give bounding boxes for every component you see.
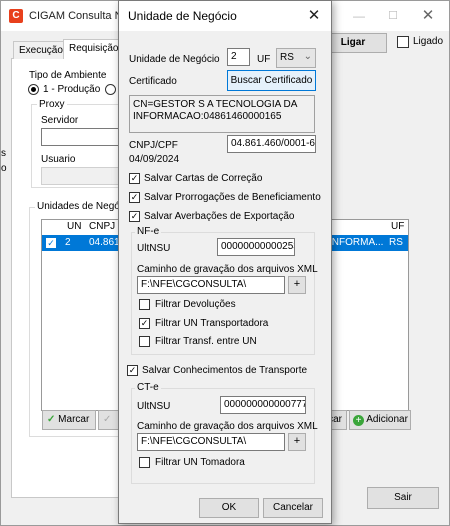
marcar-button[interactable]: ✓ Marcar xyxy=(42,410,96,430)
salvar-conhecimentos-checkbox[interactable]: ✓ xyxy=(127,365,138,376)
marcar-label: Marcar xyxy=(58,414,90,425)
servidor-input[interactable] xyxy=(41,128,121,146)
salvar-cartas-checkbox[interactable]: ✓ xyxy=(129,173,140,184)
ok-button[interactable]: OK xyxy=(199,498,259,518)
grid-header-uf[interactable]: UF xyxy=(391,221,404,232)
nfe-caminho-add-button[interactable]: + xyxy=(288,276,306,294)
tab-execucao[interactable]: Execução xyxy=(13,41,69,59)
certificado-textbox[interactable]: CN=GESTOR S A TECNOLOGIA DA INFORMACAO:0… xyxy=(129,95,315,133)
unidade-negocio-dialog: Unidade de Negócio ✕ Unidade de Negócio … xyxy=(118,0,332,524)
buscar-certificado-button[interactable]: Buscar Certificado xyxy=(227,70,316,91)
servidor-label: Servidor xyxy=(41,115,79,126)
grid-header-un[interactable]: UN xyxy=(67,221,81,232)
adicionar-label: Adicionar xyxy=(366,414,408,425)
adicionar-button[interactable]: + Adicionar xyxy=(349,410,411,430)
check-icon: ✓ xyxy=(47,414,56,425)
certificado-validade: 04/09/2024 xyxy=(129,154,180,165)
nfe-caminho-label: Caminho de gravação dos arquivos XML xyxy=(137,264,318,275)
salvar-averbacoes-label: Salvar Averbações de Exportação xyxy=(144,211,295,222)
cte-caminho-label: Caminho de gravação dos arquivos XML xyxy=(137,421,318,432)
salvar-averbacoes-checkbox[interactable]: ✓ xyxy=(129,211,140,222)
nfe-group-label: NF-e xyxy=(135,226,162,237)
cte-ultnsu-label: UltNSU xyxy=(137,401,171,412)
cte-ultnsu-input[interactable]: 000000000000777 xyxy=(220,396,306,414)
row-uf-cell: RS xyxy=(389,237,403,248)
nfe-caminho-input[interactable]: F:\NFE\CGCONSULTA\ xyxy=(137,276,285,294)
grid-header-cnpj[interactable]: CNPJ xyxy=(89,221,115,232)
app-logo-icon: C xyxy=(9,9,23,23)
filtrar-transf-checkbox[interactable] xyxy=(139,336,150,347)
close-icon[interactable]: ✕ xyxy=(303,5,325,27)
filtrar-tomadora-checkbox[interactable] xyxy=(139,457,150,468)
filtrar-un-transportadora-checkbox[interactable]: ✓ xyxy=(139,318,150,329)
uf-select[interactable]: RS ⌄ xyxy=(276,48,316,68)
sair-button[interactable]: Sair xyxy=(367,487,439,509)
cnpj-label: CNPJ/CPF xyxy=(129,140,178,151)
uf-selected-value: RS xyxy=(280,52,294,63)
uf-label: UF xyxy=(257,54,271,65)
radio-producao-label: 1 - Produção xyxy=(43,84,101,95)
nfe-ultnsu-input[interactable]: 000000000002533 xyxy=(217,238,295,256)
side-text-fragment: o xyxy=(1,163,7,174)
close-icon[interactable]: ✕ xyxy=(415,6,441,26)
usuario-label: Usuario xyxy=(41,154,76,165)
ligado-checkbox[interactable] xyxy=(397,36,409,48)
ligado-label: Ligado xyxy=(413,36,444,47)
tipo-ambiente-label: Tipo de Ambiente xyxy=(29,70,107,81)
radio-producao[interactable] xyxy=(28,84,39,95)
salvar-conhecimentos-label: Salvar Conhecimentos de Transporte xyxy=(142,365,308,376)
proxy-label: Proxy xyxy=(37,99,67,110)
chevron-down-icon: ⌄ xyxy=(303,51,312,62)
tab-requisicao[interactable]: Requisição xyxy=(63,39,125,59)
salvar-cartas-label: Salvar Cartas de Correção xyxy=(144,173,263,184)
cte-caminho-add-button[interactable]: + xyxy=(288,433,306,451)
side-text-fragment: s xyxy=(1,148,6,159)
filtrar-un-transportadora-label: Filtrar UN Transportadora xyxy=(155,318,269,329)
nfe-ultnsu-label: UltNSU xyxy=(137,243,171,254)
filtrar-devolucoes-label: Filtrar Devoluções xyxy=(155,299,236,310)
row-un-cell: 2 xyxy=(65,237,71,248)
salvar-prorrogacoes-checkbox[interactable]: ✓ xyxy=(129,192,140,203)
check-icon: ✓ xyxy=(103,414,112,425)
unidade-input[interactable]: 2 xyxy=(227,48,250,66)
row-checkbox[interactable]: ✓ xyxy=(46,238,56,248)
filtrar-tomadora-label: Filtrar UN Tomadora xyxy=(155,457,245,468)
cancelar-button[interactable]: Cancelar xyxy=(263,498,323,518)
cnpj-input[interactable]: 04.861.460/0001-65 xyxy=(227,135,316,153)
minimize-icon[interactable]: — xyxy=(347,6,371,26)
cte-caminho-input[interactable]: F:\NFE\CGCONSULTA\ xyxy=(137,433,285,451)
filtrar-transf-label: Filtrar Transf. entre UN xyxy=(155,336,257,347)
usuario-input[interactable] xyxy=(41,167,121,185)
row-razao-cell: INFORMA... xyxy=(329,237,384,248)
add-icon: + xyxy=(353,415,364,426)
maximize-icon[interactable]: ☐ xyxy=(381,6,405,26)
filtrar-devolucoes-checkbox[interactable] xyxy=(139,299,150,310)
radio-homologacao[interactable] xyxy=(105,84,116,95)
desmarcar-button[interactable]: ✓ xyxy=(98,410,120,430)
row-cnpj-cell: 04.861 xyxy=(89,237,120,248)
cte-group-label: CT-e xyxy=(135,382,161,393)
dialog-title: Unidade de Negócio xyxy=(128,9,237,23)
salvar-prorrogacoes-label: Salvar Prorrogações de Beneficiamento xyxy=(144,192,321,203)
certificado-label: Certificado xyxy=(129,76,177,87)
unidade-label: Unidade de Negócio xyxy=(129,54,220,65)
